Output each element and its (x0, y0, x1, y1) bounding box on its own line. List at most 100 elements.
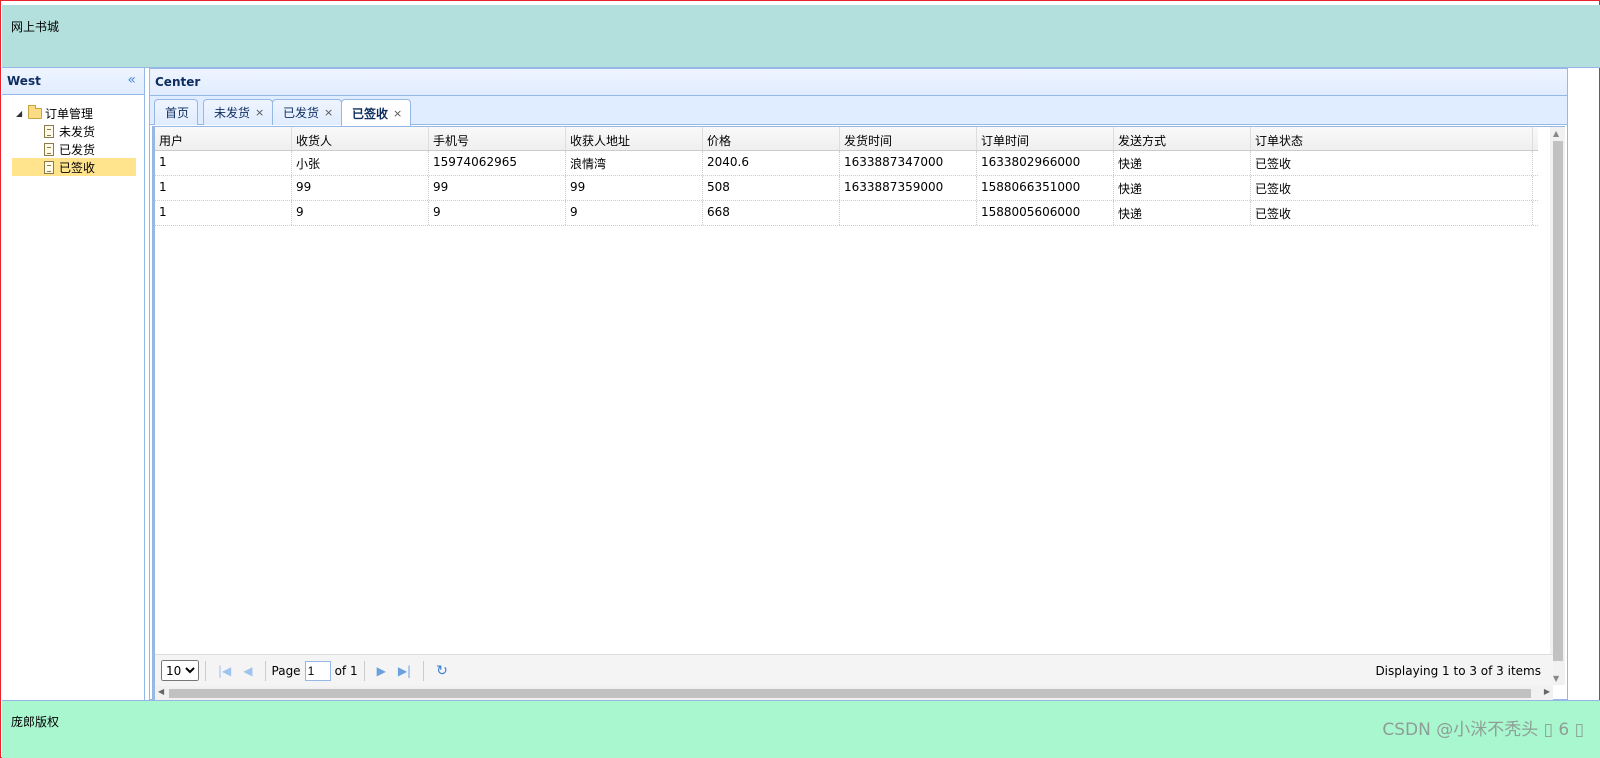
horizontal-scrollbar[interactable]: ◀ ▶ (155, 686, 1553, 700)
file-icon (44, 124, 54, 138)
tree-node-label: 已签收 (59, 160, 96, 175)
table-cell: 668 (703, 201, 840, 225)
table-row[interactable]: 1 小张 15974062965 浪情湾 2040.6 163388734700… (155, 151, 1538, 176)
order-grid: 用户 收货人 手机号 收获人地址 价格 发货时间 订单时间 发送方式 订单状态 … (152, 126, 1565, 700)
double-chevron-left-icon[interactable]: « (127, 72, 136, 88)
display-info: Displaying 1 to 3 of 3 items (1375, 663, 1541, 678)
center-panel-header: Center (150, 69, 1567, 96)
tree-node-label: 订单管理 (45, 106, 94, 121)
close-icon[interactable]: × (324, 106, 333, 119)
scroll-up-icon[interactable]: ▲ (1553, 129, 1559, 138)
table-cell: 浪情湾 (566, 151, 703, 175)
tree-node-signed[interactable]: 已签收 (12, 158, 136, 176)
table-cell: 9 (292, 201, 429, 225)
copyright-text: 庞郎版权 (11, 715, 60, 729)
table-cell: 小张 (292, 151, 429, 175)
file-icon (44, 160, 54, 174)
column-header[interactable]: 收获人地址 (566, 127, 703, 150)
table-cell: 已签收 (1251, 201, 1533, 225)
tab-label: 首页 (165, 106, 190, 120)
center-panel-title: Center (155, 75, 201, 89)
column-header[interactable]: 用户 (155, 127, 292, 150)
tab-shipped[interactable]: 已发货 × (272, 99, 343, 125)
west-panel: West « ◢ 订单管理 未发货 已发货 已签收 (2, 68, 145, 713)
tabs-bar: 首页 未发货 × 已发货 × 已签收 × (150, 96, 1567, 126)
page-label: Page (271, 663, 301, 678)
table-cell: 快递 (1114, 176, 1251, 200)
pager-separator (205, 660, 206, 681)
column-header[interactable]: 手机号 (429, 127, 566, 150)
page-number-input[interactable] (304, 660, 331, 681)
column-header[interactable]: 发货时间 (840, 127, 977, 150)
table-cell: 1 (155, 176, 292, 200)
center-panel: Center 首页 未发货 × 已发货 × 已签收 × 用户 收货人 手机号 收… (149, 68, 1568, 700)
table-cell: 99 (566, 176, 703, 200)
table-cell: 15974062965 (429, 151, 566, 175)
table-cell: 9 (429, 201, 566, 225)
next-page-icon[interactable]: ▶ (377, 664, 386, 678)
table-cell: 99 (429, 176, 566, 200)
table-cell: 1633887359000 (840, 176, 977, 200)
last-page-icon[interactable]: ▶| (398, 664, 411, 678)
table-cell: 9 (566, 201, 703, 225)
site-title: 网上书城 (11, 20, 60, 34)
table-cell: 1588005606000 (977, 201, 1114, 225)
tree-expand-icon[interactable]: ◢ (16, 109, 28, 118)
tab-home[interactable]: 首页 (154, 99, 199, 125)
refresh-icon[interactable]: ↻ (436, 663, 448, 679)
pager-separator (423, 660, 425, 681)
close-icon[interactable]: × (393, 107, 402, 120)
table-cell: 1633887347000 (840, 151, 977, 175)
pagination-bar: 10 |◀ ◀ Page of 1 ▶ ▶| ↻ Displaying 1 to… (155, 654, 1553, 686)
column-header[interactable]: 订单状态 (1251, 127, 1533, 150)
tab-signed[interactable]: 已签收 × (341, 99, 412, 126)
tab-label: 未发货 (214, 106, 251, 120)
table-cell: 1 (155, 151, 292, 175)
scroll-down-icon[interactable]: ▼ (1553, 674, 1559, 683)
tree-node-order-management[interactable]: ◢ 订单管理 (12, 104, 136, 122)
table-cell: 1 (155, 201, 292, 225)
prev-page-icon[interactable]: ◀ (243, 664, 252, 678)
app-frame: 网上书城 West « ◢ 订单管理 未发货 已发货 已签收 Center 首页… (0, 0, 1600, 758)
column-header[interactable]: 收货人 (292, 127, 429, 150)
page-size-select[interactable]: 10 (161, 660, 199, 681)
first-page-icon[interactable]: |◀ (218, 664, 231, 678)
west-panel-title: West (7, 74, 41, 88)
table-row[interactable]: 1 9 9 9 668 1588005606000 快递 已签收 (155, 201, 1538, 226)
vertical-scrollbar[interactable]: ▲ ▼ (1550, 127, 1565, 685)
page-count-label: of 1 (334, 663, 358, 678)
close-icon[interactable]: × (255, 106, 264, 119)
table-cell (840, 201, 977, 225)
file-icon (44, 142, 54, 156)
tree-node-label: 已发货 (59, 142, 96, 157)
pager-separator (264, 660, 266, 681)
nav-tree: ◢ 订单管理 未发货 已发货 已签收 (12, 104, 136, 176)
scrollbar-thumb[interactable] (169, 689, 1531, 698)
column-header[interactable]: 价格 (703, 127, 840, 150)
table-cell: 1588066351000 (977, 176, 1114, 200)
pager-separator (363, 660, 365, 681)
tree-node-label: 未发货 (59, 124, 96, 139)
west-panel-header: West « (2, 68, 144, 95)
table-row[interactable]: 1 99 99 99 508 1633887359000 15880663510… (155, 176, 1538, 201)
scroll-right-icon[interactable]: ▶ (1544, 687, 1550, 696)
tree-node-shipped[interactable]: 已发货 (12, 140, 136, 158)
table-cell: 508 (703, 176, 840, 200)
scroll-left-icon[interactable]: ◀ (158, 687, 164, 696)
tab-label: 已签收 (352, 106, 389, 121)
table-cell: 已签收 (1251, 151, 1533, 175)
table-cell: 2040.6 (703, 151, 840, 175)
tab-label: 已发货 (283, 106, 320, 120)
grid-header: 用户 收货人 手机号 收获人地址 价格 发货时间 订单时间 发送方式 订单状态 (155, 127, 1538, 151)
column-header[interactable]: 发送方式 (1114, 127, 1251, 150)
tab-unshipped[interactable]: 未发货 × (203, 99, 274, 125)
watermark-text: CSDN @小洣不秃头 ▯ 6 ▯ (1382, 720, 1584, 740)
table-cell: 1633802966000 (977, 151, 1114, 175)
tree-node-unshipped[interactable]: 未发货 (12, 122, 136, 140)
table-cell: 已签收 (1251, 176, 1533, 200)
table-cell: 快递 (1114, 151, 1251, 175)
table-cell: 快递 (1114, 201, 1251, 225)
column-header[interactable]: 订单时间 (977, 127, 1114, 150)
folder-open-icon (28, 104, 42, 119)
scrollbar-thumb[interactable] (1553, 141, 1563, 661)
